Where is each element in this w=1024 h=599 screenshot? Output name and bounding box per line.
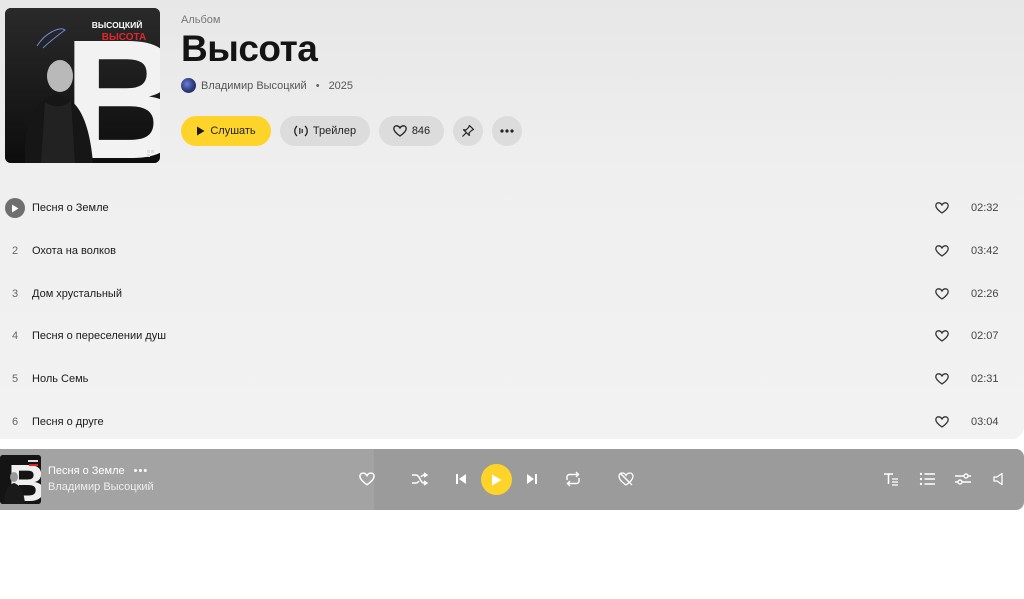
trailer-icon [294,125,308,137]
track-title[interactable]: Охота на волков [32,245,116,257]
trailer-button[interactable]: Трейлер [280,116,370,146]
volume-button[interactable] [990,469,1010,489]
play-icon [12,204,19,213]
page: В ВЫСОЦКИЙ ВЫСОТА Альбом Высота Владимир… [0,0,1024,599]
track-number: 3 [11,287,19,300]
player-artist[interactable]: Владимир Высоцкий [48,481,154,493]
track-row[interactable]: 6 Песня о друге 03:04 [0,400,1024,443]
repeat-button[interactable] [563,469,583,489]
track-title[interactable]: Песня о Земле [32,202,109,214]
trailer-button-label: Трейлер [312,125,357,137]
player-like-button[interactable] [357,469,377,489]
lyrics-button[interactable] [881,469,901,489]
next-icon [527,474,537,484]
track-duration: 02:07 [971,330,999,343]
previous-button[interactable] [451,469,471,489]
track-row[interactable]: 2 Охота на волков 03:42 [0,230,1024,273]
album-meta: Альбом Высота Владимир Высоцкий • 2025 [181,14,353,93]
track-title[interactable]: Песня о переселении душ [32,330,166,342]
track-list: Песня о Земле 02:32 2 Охота на волков 03… [0,187,1024,443]
broken-heart-icon [618,472,634,486]
album-actions: Слушать Трейлер 846 [181,116,531,146]
track-like-button[interactable] [934,414,950,430]
repeat-icon [566,471,580,487]
track-like-button[interactable] [934,328,950,344]
player-more-button[interactable]: ••• [134,465,149,477]
track-like-button[interactable] [934,286,950,302]
pin-button[interactable] [453,116,483,146]
player-cover[interactable]: В [0,455,41,504]
player-play-button[interactable] [481,464,512,495]
track-duration: 02:32 [971,202,999,215]
more-button[interactable] [492,116,522,146]
track-number: 5 [11,373,19,386]
cover-title-text: ВЫСОТА [102,32,146,43]
album-title: Высота [181,28,318,69]
more-icon [500,129,514,133]
track-title[interactable]: Песня о друге [32,416,104,428]
separator-dot: • [315,79,320,92]
track-duration: 03:04 [971,415,999,428]
track-like-button[interactable] [934,371,950,387]
heart-icon [935,415,949,428]
track-like-button[interactable] [934,243,950,259]
track-number: 4 [11,330,19,343]
player-bar: В Песня о Земле ••• Владимир Высоцкий [0,449,1024,510]
play-button-label: Слушать [210,125,256,137]
likes-count: 846 [411,125,431,137]
equalizer-icon [955,473,971,485]
heart-icon [935,202,949,215]
volume-icon [993,472,1003,486]
heart-icon [935,287,949,300]
cover-artist-text: ВЫСОЦКИЙ [92,19,143,30]
player-now-playing: В Песня о Земле ••• Владимир Высоцкий [0,449,377,510]
track-title[interactable]: Дом хрустальный [32,288,122,300]
play-icon [197,126,205,136]
artist-name[interactable]: Владимир Высоцкий [201,80,307,92]
track-duration: 03:42 [971,245,999,258]
heart-icon [392,125,407,137]
album-year: 2025 [328,79,354,92]
play-icon [492,474,502,485]
track-number: 6 [11,415,19,428]
queue-button[interactable] [918,469,938,489]
settings-button[interactable] [953,469,973,489]
heart-icon [935,245,949,257]
track-number: 2 [11,245,19,258]
lyrics-icon [884,473,898,486]
heart-icon [935,373,949,385]
album-cover-art: В ВЫСОЦКИЙ ВЫСОТА [5,8,160,163]
track-like-button[interactable] [934,200,950,216]
album-cover[interactable]: В ВЫСОЦКИЙ ВЫСОТА [5,8,160,163]
track-row[interactable]: 4 Песня о переселении душ 02:07 [0,315,1024,358]
heart-icon [359,472,375,486]
like-album-button[interactable]: 846 [379,116,444,146]
next-button[interactable] [522,469,542,489]
shuffle-button[interactable] [410,469,430,489]
album-panel: В ВЫСОЦКИЙ ВЫСОТА Альбом Высота Владимир… [0,0,1024,439]
queue-icon [919,472,935,486]
track-duration: 02:26 [971,287,999,300]
album-type-label: Альбом [181,14,221,26]
shuffle-icon [412,472,429,486]
pin-icon [462,124,475,137]
play-button[interactable]: Слушать [181,116,271,146]
artist-avatar[interactable] [181,78,196,93]
dislike-button[interactable] [616,469,636,489]
artist-row: Владимир Высоцкий • 2025 [181,78,353,93]
track-row[interactable]: 5 Ноль Семь 02:31 [0,358,1024,401]
player-cover-art: В [0,455,41,504]
track-row[interactable]: 3 Дом хрустальный 02:26 [0,272,1024,315]
player-track-title[interactable]: Песня о Земле [48,465,125,477]
track-duration: 02:31 [971,373,999,386]
track-play-button[interactable] [5,198,25,219]
player-track-info: Песня о Земле ••• [48,465,148,477]
track-title[interactable]: Ноль Семь [32,373,88,385]
heart-icon [935,330,949,343]
previous-icon [456,474,466,484]
track-row[interactable]: Песня о Земле 02:32 [0,187,1024,230]
